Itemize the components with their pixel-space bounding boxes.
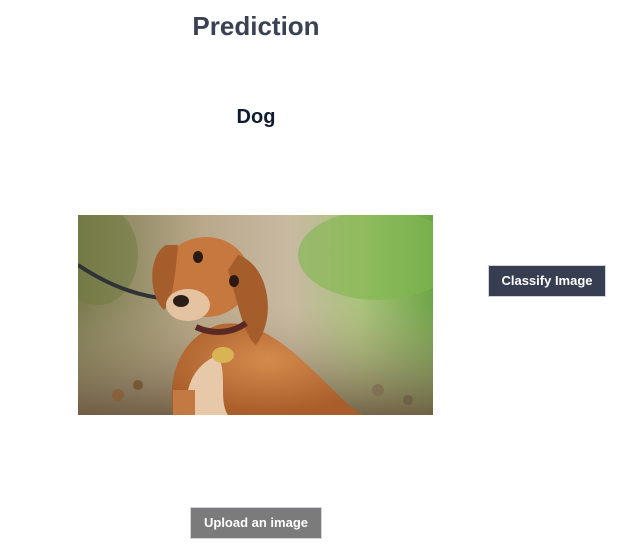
- prediction-result: Dog: [236, 106, 276, 128]
- upload-image-button[interactable]: Upload an image: [190, 507, 322, 539]
- uploaded-image: [78, 215, 433, 415]
- page-title: Prediction: [192, 11, 320, 41]
- prediction-page: Prediction Dog Classify Image Upload an …: [0, 0, 621, 557]
- classify-image-button[interactable]: Classify Image: [488, 265, 606, 297]
